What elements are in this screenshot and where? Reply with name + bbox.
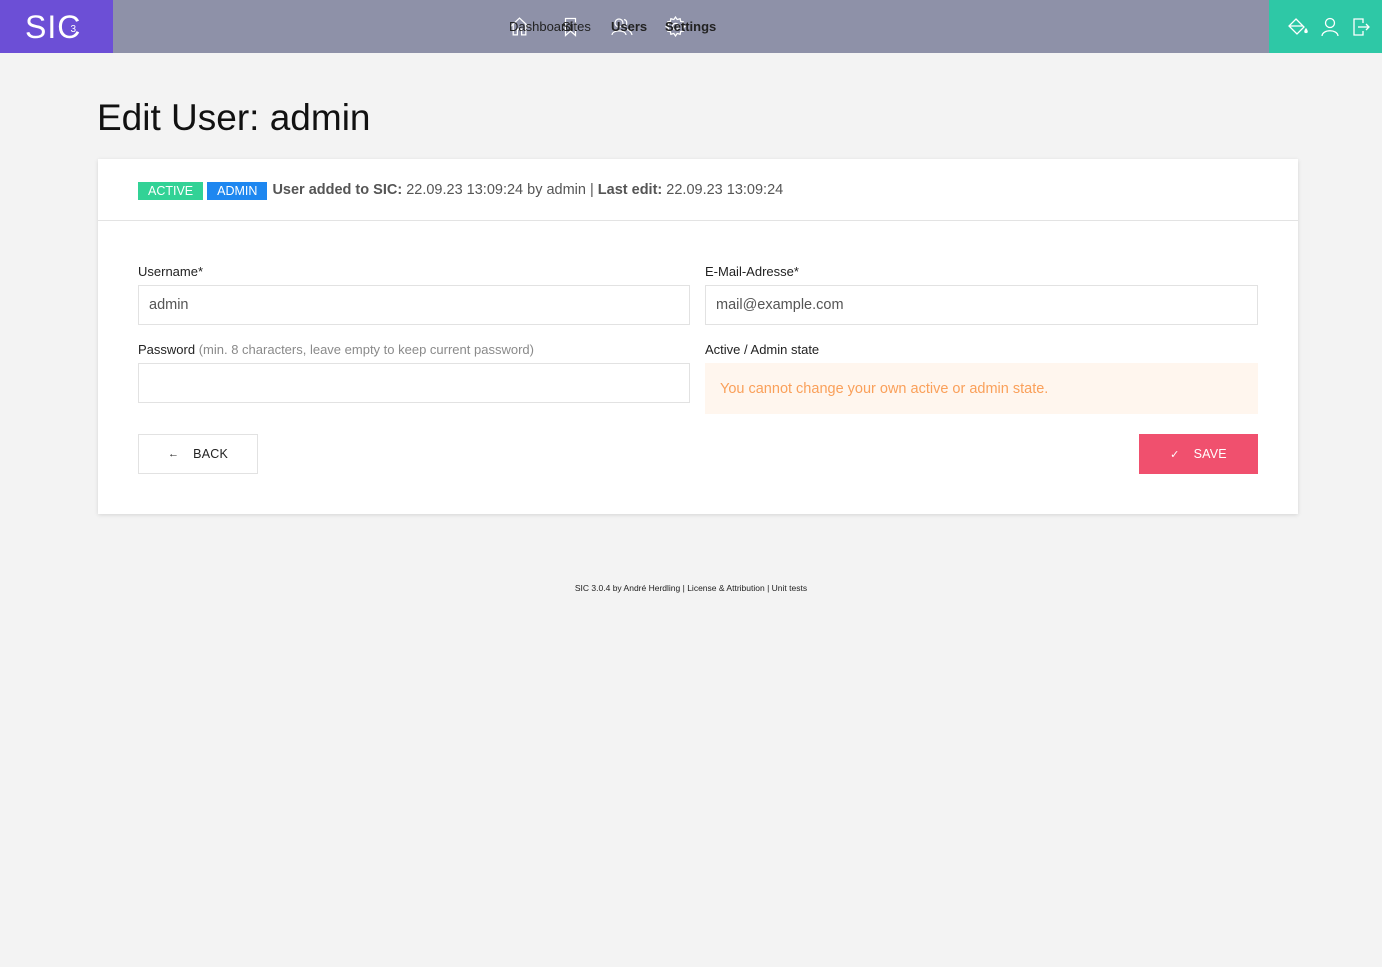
sic-logo-icon: SIC 3: [25, 10, 80, 44]
footer-credit: SIC 3.0.4 by André Herdling |: [574, 583, 685, 593]
top-right-tools: [1269, 0, 1382, 53]
sign-out-icon: [1353, 17, 1371, 36]
profile-button[interactable]: [1320, 17, 1340, 37]
nav-item-users[interactable]: Users: [611, 0, 647, 53]
password-label-row: Password (min. 8 characters, leave empty…: [138, 342, 534, 357]
paint-bucket-icon: [1287, 17, 1308, 35]
state-warning: You cannot change your own active or adm…: [705, 363, 1258, 414]
back-label: BACK: [193, 447, 229, 461]
top-navbar: SIC 3 Dashboard Sites Users Settings: [0, 0, 1382, 53]
state-label: Active / Admin state: [705, 342, 820, 357]
nav-label-settings: Settings: [665, 19, 717, 34]
card-header: ACTIVE ADMIN User added to SIC: 22.09.23…: [98, 159, 1298, 221]
username-input[interactable]: [138, 285, 690, 325]
added-value: 22.09.23 13:09:24 by admin |: [406, 181, 594, 198]
logo-superscript: 3: [70, 24, 76, 35]
main-nav: Dashboard Sites Users Settings: [509, 0, 718, 53]
email-input[interactable]: [705, 285, 1258, 325]
nav-item-dashboard[interactable]: Dashboard: [509, 0, 573, 53]
nav-item-sites[interactable]: Sites: [562, 0, 591, 53]
user-meta: User added to SIC: 22.09.23 13:09:24 by …: [272, 182, 783, 198]
active-badge: ACTIVE: [138, 181, 204, 200]
edit-user-card: ACTIVE ADMIN User added to SIC: 22.09.23…: [98, 159, 1298, 514]
email-label: E-Mail-Adresse*: [705, 264, 799, 279]
check-icon: ✓: [1170, 448, 1180, 461]
password-input[interactable]: [138, 363, 690, 403]
app-logo[interactable]: SIC 3: [0, 0, 113, 53]
arrow-left-icon: ←: [167, 448, 180, 460]
theme-button[interactable]: [1287, 17, 1309, 37]
page-title: Edit User: admin: [97, 97, 371, 138]
save-label: SAVE: [1193, 447, 1227, 461]
license-link[interactable]: License & Attribution: [687, 583, 765, 593]
admin-badge: ADMIN: [207, 181, 268, 200]
password-label: Password: [138, 342, 196, 357]
nav-label-sites: Sites: [562, 19, 591, 34]
password-hint: (min. 8 characters, leave empty to keep …: [198, 342, 534, 357]
username-label: Username*: [138, 264, 204, 279]
edit-value: 22.09.23 13:09:24: [666, 181, 784, 198]
save-button[interactable]: ✓ SAVE: [1139, 434, 1258, 474]
state-warning-text: You cannot change your own active or adm…: [720, 380, 1049, 397]
user-icon: [1321, 17, 1340, 36]
added-label: User added to SIC:: [272, 181, 403, 198]
unit-tests-link[interactable]: Unit tests: [772, 583, 807, 593]
nav-label-users: Users: [611, 19, 648, 34]
nav-item-settings[interactable]: Settings: [665, 0, 716, 53]
footer-separator: |: [767, 583, 770, 593]
edit-label: Last edit:: [597, 181, 663, 198]
back-button[interactable]: ← BACK: [138, 434, 258, 474]
logout-button[interactable]: [1352, 17, 1371, 37]
footer: SIC 3.0.4 by André Herdling | License & …: [0, 583, 1382, 593]
